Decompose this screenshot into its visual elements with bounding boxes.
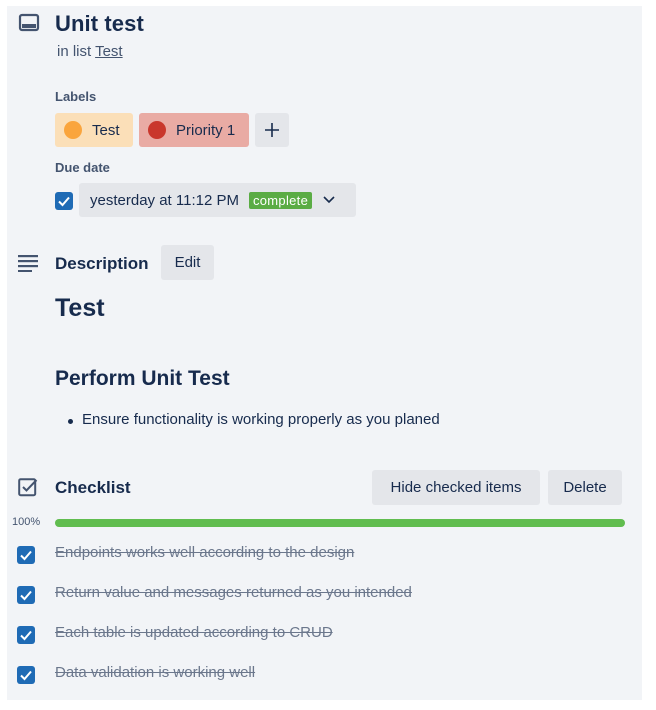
- checklist-item-text[interactable]: Return value and messages returned as yo…: [55, 584, 412, 601]
- checklist-progress-label: 100%: [12, 516, 41, 528]
- edit-description-button[interactable]: Edit: [161, 245, 214, 280]
- description-icon: [18, 255, 38, 272]
- label-color-dot: [148, 121, 166, 139]
- check-icon: [20, 670, 32, 681]
- due-date-dropdown[interactable]: yesterday at 11:12 PM complete: [79, 183, 356, 217]
- label-name: Priority 1: [176, 121, 236, 139]
- plus-icon: [265, 123, 279, 137]
- checklist-item-text[interactable]: Data validation is working well: [55, 664, 255, 681]
- card-title[interactable]: Unit test: [55, 11, 144, 37]
- check-icon: [20, 630, 32, 641]
- checklist-item-text[interactable]: Each table is updated according to CRUD: [55, 624, 333, 641]
- description-bullet: Ensure functionality is working properly…: [82, 411, 440, 428]
- check-icon: [20, 590, 32, 601]
- bullet-marker: [68, 419, 73, 424]
- due-date-complete-checkbox[interactable]: [55, 192, 73, 210]
- due-date-text: yesterday at 11:12 PM: [90, 191, 239, 209]
- add-label-button[interactable]: [255, 113, 289, 147]
- card-list-info: in list Test: [57, 43, 123, 60]
- checklist-heading: Checklist: [55, 478, 131, 497]
- label-name: Test: [92, 121, 120, 139]
- card-icon: [18, 13, 40, 32]
- labels-heading: Labels: [55, 89, 97, 104]
- due-date-heading: Due date: [55, 160, 110, 175]
- list-link[interactable]: Test: [95, 43, 123, 60]
- description-subtitle: Perform Unit Test: [55, 367, 230, 390]
- label-test[interactable]: Test: [55, 113, 133, 147]
- checklist-progress-bar: [55, 519, 625, 527]
- checklist-item-checkbox[interactable]: [17, 626, 35, 644]
- delete-checklist-button[interactable]: Delete: [548, 470, 622, 505]
- label-priority-1[interactable]: Priority 1: [139, 113, 249, 147]
- card-detail-panel: Unit test in list Test Labels Test Prior…: [7, 6, 642, 700]
- checklist-icon: [18, 478, 38, 497]
- hide-checked-items-button[interactable]: Hide checked items: [372, 470, 540, 505]
- in-list-prefix: in list: [57, 43, 92, 60]
- checklist-progress-fill: [55, 519, 625, 527]
- label-color-dot: [64, 121, 82, 139]
- check-icon: [20, 550, 32, 561]
- checklist-item-checkbox[interactable]: [17, 666, 35, 684]
- description-heading: Description: [55, 254, 149, 273]
- description-title: Test: [55, 294, 105, 322]
- checklist-item-checkbox[interactable]: [17, 546, 35, 564]
- check-icon: [58, 196, 70, 207]
- checklist-item-text[interactable]: Endpoints works well according to the de…: [55, 544, 354, 561]
- checklist-item-checkbox[interactable]: [17, 586, 35, 604]
- due-date-status-badge: complete: [248, 191, 313, 209]
- chevron-down-icon: [323, 196, 335, 204]
